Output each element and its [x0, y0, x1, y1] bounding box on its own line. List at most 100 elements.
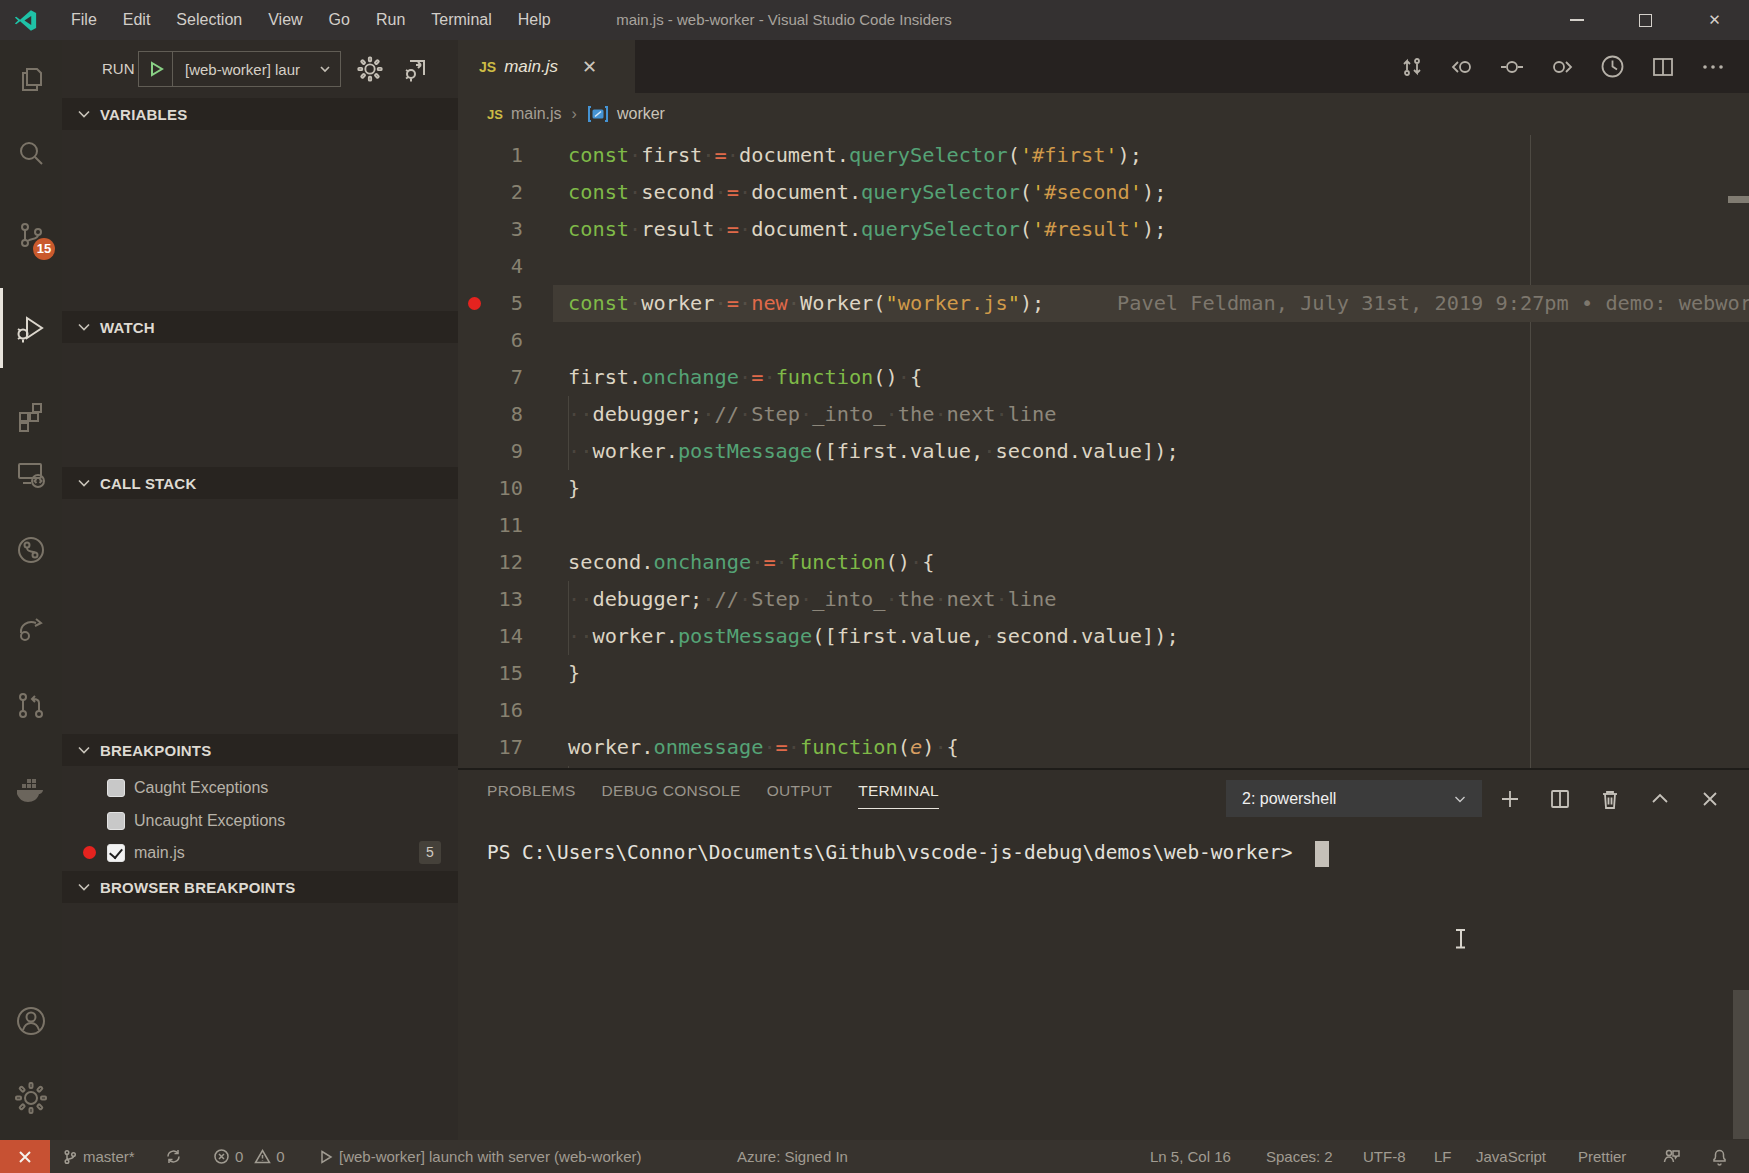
debug-settings-gear-icon[interactable] [356, 55, 384, 83]
close-panel-icon[interactable] [1698, 787, 1722, 811]
start-debug-button[interactable] [138, 51, 173, 87]
line-number[interactable]: 1 [458, 137, 523, 174]
code-line[interactable]: 6 [458, 322, 1749, 359]
search-icon[interactable] [0, 123, 62, 185]
account-icon[interactable] [0, 990, 62, 1052]
code-line[interactable]: 1const·first·=·document.querySelector('#… [458, 137, 1749, 174]
line-number[interactable]: 14 [458, 618, 523, 655]
section-breakpoints[interactable]: BREAKPOINTS [62, 734, 458, 766]
source-control-icon[interactable]: 15 [0, 204, 62, 266]
breadcrumb-file[interactable]: main.js [511, 105, 562, 123]
menu-selection[interactable]: Selection [163, 0, 255, 40]
live-share-icon[interactable] [0, 597, 62, 659]
tab-mainjs[interactable]: JS main.js ✕ [458, 40, 635, 93]
kill-terminal-icon[interactable] [1598, 787, 1622, 811]
tab-problems[interactable]: PROBLEMS [487, 782, 576, 809]
azure-status[interactable]: Azure: Signed In [737, 1140, 848, 1173]
line-number[interactable]: 12 [458, 544, 523, 581]
code-line[interactable]: 15} [458, 655, 1749, 692]
code-line[interactable]: 12second.onchange·=·function()·{ [458, 544, 1749, 581]
cursor-position-status[interactable]: Ln 5, Col 16 [1150, 1140, 1231, 1173]
launch-status[interactable]: [web-worker] launch with server (web-wor… [318, 1140, 642, 1173]
docker-icon[interactable] [0, 758, 62, 820]
settings-gear-icon[interactable] [0, 1067, 62, 1129]
maximize-button[interactable] [1611, 0, 1680, 40]
problems-status[interactable]: 0 0 [213, 1140, 285, 1173]
code-line[interactable]: 14··worker.postMessage([first.value,·sec… [458, 618, 1749, 655]
extensions-icon[interactable] [0, 385, 62, 447]
code-line[interactable]: 13··debugger;·//·Step·_into_·the·next·li… [458, 581, 1749, 618]
code-line[interactable]: 17worker.onmessage·=·function(e)·{ [458, 729, 1749, 766]
line-number[interactable]: 11 [458, 507, 523, 544]
menu-file[interactable]: File [58, 0, 110, 40]
line-number[interactable]: 2 [458, 174, 523, 211]
line-number[interactable]: 9 [458, 433, 523, 470]
line-number[interactable]: 7 [458, 359, 523, 396]
line-number[interactable]: 3 [458, 211, 523, 248]
remote-indicator[interactable] [0, 1140, 50, 1173]
checkbox-unchecked[interactable] [107, 779, 125, 797]
section-watch[interactable]: WATCH [62, 311, 458, 343]
tab-output[interactable]: OUTPUT [767, 782, 833, 809]
line-number[interactable]: 10 [458, 470, 523, 507]
line-number[interactable]: 8 [458, 396, 523, 433]
explorer-icon[interactable] [0, 49, 62, 111]
debug-config-dropdown[interactable]: [web-worker] laur [173, 51, 341, 87]
tab-close-icon[interactable]: ✕ [582, 56, 597, 78]
open-changes-icon[interactable] [1400, 55, 1424, 79]
checkbox-unchecked[interactable] [107, 812, 125, 830]
line-number[interactable]: 6 [458, 322, 523, 359]
line-number[interactable]: 13 [458, 581, 523, 618]
line-number[interactable]: 17 [458, 729, 523, 766]
menu-run[interactable]: Run [363, 0, 418, 40]
github-pr-icon[interactable] [0, 675, 62, 737]
code-line[interactable]: 16 [458, 692, 1749, 729]
encoding-status[interactable]: UTF-8 [1363, 1140, 1406, 1173]
menu-terminal[interactable]: Terminal [418, 0, 504, 40]
remote-explorer-icon[interactable] [0, 443, 62, 505]
breakpoint-dot[interactable] [468, 297, 481, 310]
sync-status[interactable] [165, 1140, 182, 1173]
menu-go[interactable]: Go [316, 0, 363, 40]
timeline-icon[interactable] [1600, 54, 1625, 79]
breakpoint-caught-exceptions[interactable]: Caught Exceptions [62, 771, 458, 804]
split-editor-icon[interactable] [1651, 55, 1675, 79]
tab-debug-console[interactable]: DEBUG CONSOLE [602, 782, 741, 809]
indentation-status[interactable]: Spaces: 2 [1266, 1140, 1333, 1173]
checkbox-checked[interactable] [107, 844, 125, 862]
section-call-stack[interactable]: CALL STACK [62, 467, 458, 499]
menu-view[interactable]: View [255, 0, 315, 40]
code-line[interactable]: 10} [458, 470, 1749, 507]
code-line[interactable]: 11 [458, 507, 1749, 544]
code-line[interactable]: 2const·second·=·document.querySelector('… [458, 174, 1749, 211]
more-actions-icon[interactable] [1701, 55, 1725, 79]
run-debug-icon[interactable] [0, 297, 62, 359]
breakpoint-uncaught-exceptions[interactable]: Uncaught Exceptions [62, 804, 458, 837]
menu-help[interactable]: Help [505, 0, 564, 40]
eol-status[interactable]: LF [1434, 1140, 1452, 1173]
new-terminal-icon[interactable] [1498, 787, 1522, 811]
previous-change-icon[interactable] [1450, 55, 1474, 79]
code-line[interactable]: 4 [458, 248, 1749, 285]
menu-edit[interactable]: Edit [110, 0, 164, 40]
code-line[interactable]: 9··worker.postMessage([first.value,·seco… [458, 433, 1749, 470]
gitlens-icon[interactable] [0, 519, 62, 581]
maximize-panel-icon[interactable] [1648, 787, 1672, 811]
next-change-icon[interactable] [1550, 55, 1574, 79]
code-editor[interactable]: 1const·first·=·document.querySelector('#… [458, 135, 1749, 768]
feedback-icon[interactable] [1662, 1140, 1681, 1173]
section-variables[interactable]: VARIABLES [62, 98, 458, 130]
breakpoint-mainjs[interactable]: main.js 5 [62, 836, 458, 869]
current-change-icon[interactable] [1500, 55, 1524, 79]
line-number[interactable]: 4 [458, 248, 523, 285]
split-terminal-icon[interactable] [1548, 787, 1572, 811]
terminal-select[interactable]: 2: powershell [1226, 780, 1482, 817]
notifications-bell-icon[interactable] [1710, 1140, 1729, 1173]
breadcrumb-symbol[interactable]: worker [617, 105, 665, 123]
close-button[interactable]: ✕ [1680, 0, 1749, 40]
code-line[interactable]: 3const·result·=·document.querySelector('… [458, 211, 1749, 248]
debug-console-icon[interactable] [402, 55, 430, 83]
code-line[interactable]: 8··debugger;·//·Step·_into_·the·next·lin… [458, 396, 1749, 433]
tab-terminal[interactable]: TERMINAL [858, 782, 939, 809]
section-browser-breakpoints[interactable]: BROWSER BREAKPOINTS [62, 871, 458, 903]
